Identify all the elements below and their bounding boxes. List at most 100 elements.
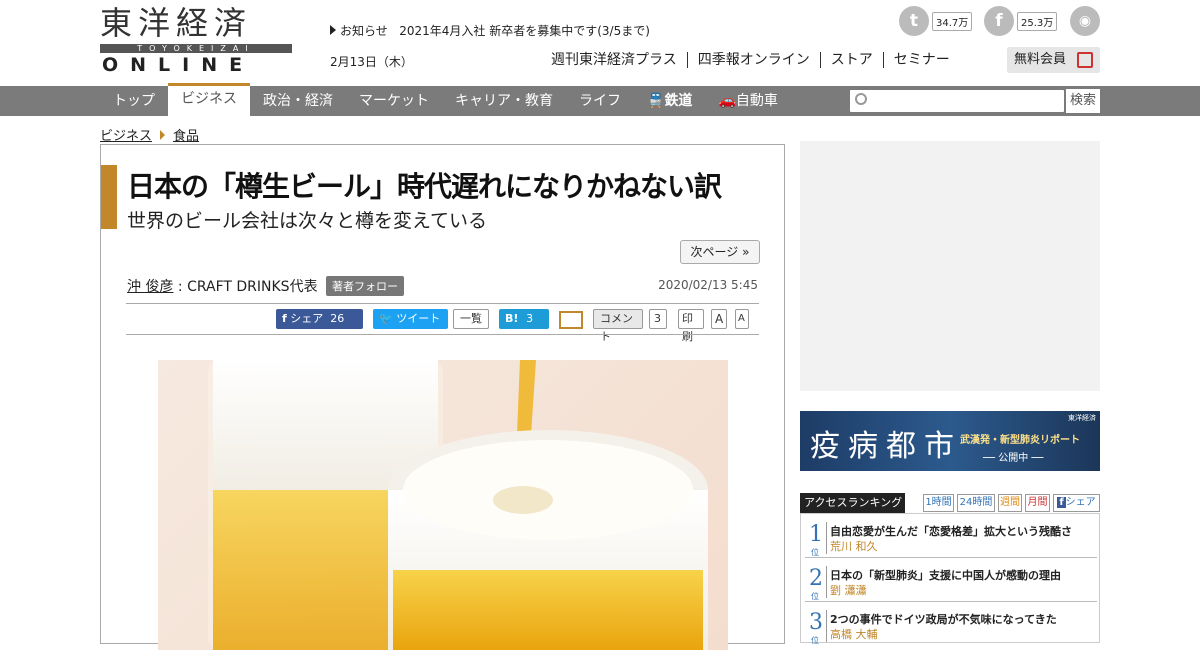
link-weekly-plus[interactable]: 週刊東洋経済プラス (551, 52, 687, 68)
author-name[interactable]: 沖 俊彦 (127, 279, 173, 295)
ad-slot[interactable] (800, 141, 1100, 391)
comment-button[interactable]: コメント (593, 309, 643, 343)
ranking-item[interactable]: 2 位 日本の「新型肺炎」支援に中国人が感動の理由 劉 瀟瀟 (805, 562, 1097, 602)
rank-suffix: 位 (811, 636, 819, 645)
link-store[interactable]: ストア (819, 52, 883, 68)
rss-link[interactable]: ◉ (1070, 6, 1100, 36)
main-nav: トップ ビジネス 政治・経済 マーケット キャリア・教育 ライフ 🚆鉄道 🚗自動… (0, 83, 1200, 116)
rank-author[interactable]: 高橋 大輔 (830, 626, 878, 642)
notice-text[interactable]: 2021年4月入社 新卒者を募集中です(3/5まで) (399, 24, 650, 38)
search-icon (855, 93, 867, 105)
rank-number: 1 (809, 522, 823, 547)
facebook-icon: f (282, 312, 287, 325)
divider (826, 610, 827, 642)
rank-article-title[interactable]: 2つの事件でドイツ政局が不気味になってきた (830, 611, 1057, 627)
ranking-tab-share[interactable]: f シェア (1053, 494, 1100, 512)
free-member-button[interactable]: 無料会員 (1007, 47, 1100, 73)
font-size-small-button[interactable]: A (735, 309, 749, 329)
site-header: 東洋経済 TOYOKEIZAI ONLINE お知らせ 2021年4月入社 新卒… (0, 0, 1200, 86)
rank-article-title[interactable]: 自由恋愛が生んだ「恋愛格差」拡大という残酷さ (830, 523, 1072, 539)
mail-icon[interactable] (559, 311, 583, 329)
nav-automobile-label: 自動車 (735, 93, 778, 109)
rank-number: 2 (809, 566, 823, 591)
author-role: : CRAFT DRINKS代表 (173, 279, 318, 295)
next-page-button[interactable]: 次ページ » (680, 240, 760, 264)
divider (826, 522, 827, 554)
rss-icon: ◉ (1070, 6, 1100, 36)
rank-author[interactable]: 劉 瀟瀟 (830, 582, 867, 598)
facebook-count: 25.3万 (1017, 11, 1058, 31)
nav-market[interactable]: マーケット (346, 86, 442, 116)
ranking-item[interactable]: 3 位 2つの事件でドイツ政局が不気味になってきた 高橋 大輔 (805, 606, 1097, 646)
current-date: 2月13日（木） (330, 55, 413, 69)
banner-status: ── 公開中 ── (983, 453, 1044, 464)
beer-glasses-illustration (208, 360, 708, 650)
nav-automobile[interactable]: 🚗自動車 (705, 86, 790, 116)
tweet-button[interactable]: 🐦 ツイート (373, 309, 448, 329)
breadcrumb-business[interactable]: ビジネス (100, 125, 152, 144)
breadcrumb: ビジネス 食品 (100, 125, 199, 144)
facebook-share-label: シェア (290, 312, 324, 325)
divider (126, 303, 759, 304)
print-button[interactable]: 印刷 (678, 309, 704, 343)
ranking-tab-monthly[interactable]: 月間 (1025, 494, 1050, 512)
ranking-list: 1 位 自由恋愛が生んだ「恋愛格差」拡大という残酷さ 荒川 和久 2 位 日本の… (800, 513, 1100, 646)
link-seminar[interactable]: セミナー (882, 52, 960, 68)
facebook-icon: f (1057, 497, 1066, 508)
rank-suffix: 位 (811, 548, 819, 557)
tweet-label: ツイート (396, 312, 441, 325)
feature-banner[interactable]: 疫病都市 武漢発・新型肺炎リポート ── 公開中 ── 東洋経済 (800, 411, 1100, 471)
rank-number: 3 (809, 610, 823, 635)
ranking-item[interactable]: 1 位 自由恋愛が生んだ「恋愛格差」拡大という残酷さ 荒川 和久 (805, 518, 1097, 558)
tweet-list-link[interactable]: 一覧 (453, 309, 489, 329)
train-icon: 🚆 (647, 93, 665, 109)
breadcrumb-arrow-icon (160, 129, 166, 140)
divider (126, 334, 759, 335)
notice-label: お知らせ (340, 24, 388, 38)
facebook-follow[interactable]: f 25.3万 (984, 6, 1058, 36)
ranking-tab-24hours[interactable]: 24時間 (957, 494, 995, 512)
rank-suffix: 位 (811, 592, 819, 601)
divider (826, 566, 827, 598)
comment-count: 3 (649, 309, 667, 329)
twitter-follow[interactable]: t 34.7万 (899, 6, 973, 36)
ranking-tab-share-label: シェア (1065, 497, 1096, 508)
free-member-label: 無料会員 (1014, 52, 1067, 67)
facebook-share-count: 26 (330, 312, 345, 325)
nav-career-education[interactable]: キャリア・教育 (442, 86, 566, 116)
ranking-title: アクセスランキング (800, 493, 905, 513)
nav-railway[interactable]: 🚆鉄道 (634, 86, 705, 116)
nav-politics-economy[interactable]: 政治・経済 (250, 86, 346, 116)
article: 日本の「樽生ビール」時代遅れになりかねない訳 世界のビール会社は次々と樽を変えて… (100, 144, 785, 650)
article-photo-beer (158, 360, 728, 650)
twitter-count: 34.7万 (932, 11, 973, 31)
ranking-tab-1hour[interactable]: 1時間 (923, 494, 954, 512)
link-shikiho[interactable]: 四季報オンライン (686, 52, 820, 68)
facebook-share-button[interactable]: f シェア 26 (276, 309, 363, 329)
ranking-header: アクセスランキング 1時間 24時間 週間 月間 f シェア (800, 493, 1100, 513)
gift-icon (1077, 52, 1093, 68)
nav-business[interactable]: ビジネス (168, 83, 250, 116)
rank-article-title[interactable]: 日本の「新型肺炎」支援に中国人が感動の理由 (830, 567, 1061, 583)
twitter-icon: 🐦 (379, 312, 393, 325)
facebook-icon: f (984, 6, 1014, 36)
article-subtitle: 世界のビール会社は次々と樽を変えている (127, 210, 488, 232)
breadcrumb-food[interactable]: 食品 (173, 125, 199, 144)
publish-date: 2020/02/13 5:45 (658, 278, 758, 292)
ranking-tab-weekly[interactable]: 週間 (998, 494, 1022, 512)
article-title: 日本の「樽生ビール」時代遅れになりかねない訳 (127, 170, 722, 203)
site-logo[interactable]: 東洋経済 TOYOKEIZAI ONLINE (100, 4, 292, 76)
author-follow-button[interactable]: 著者フォロー (326, 276, 405, 296)
nav-top[interactable]: トップ (100, 86, 168, 116)
banner-title: 疫病都市 (810, 429, 962, 464)
logo-kanji: 東洋経済 (100, 4, 253, 42)
header-links: 週刊東洋経済プラス 四季報オンライン ストア セミナー (551, 52, 960, 68)
search-button[interactable]: 検索 (1066, 89, 1100, 113)
nav-railway-label: 鉄道 (664, 93, 693, 109)
nav-life[interactable]: ライフ (566, 86, 634, 116)
notice[interactable]: お知らせ 2021年4月入社 新卒者を募集中です(3/5まで) (330, 22, 650, 39)
search-input[interactable] (850, 90, 1064, 112)
hatena-bookmark-button[interactable]: B! 3 (499, 309, 549, 329)
font-size-large-button[interactable]: A (711, 309, 727, 329)
rank-author[interactable]: 荒川 和久 (830, 538, 878, 554)
